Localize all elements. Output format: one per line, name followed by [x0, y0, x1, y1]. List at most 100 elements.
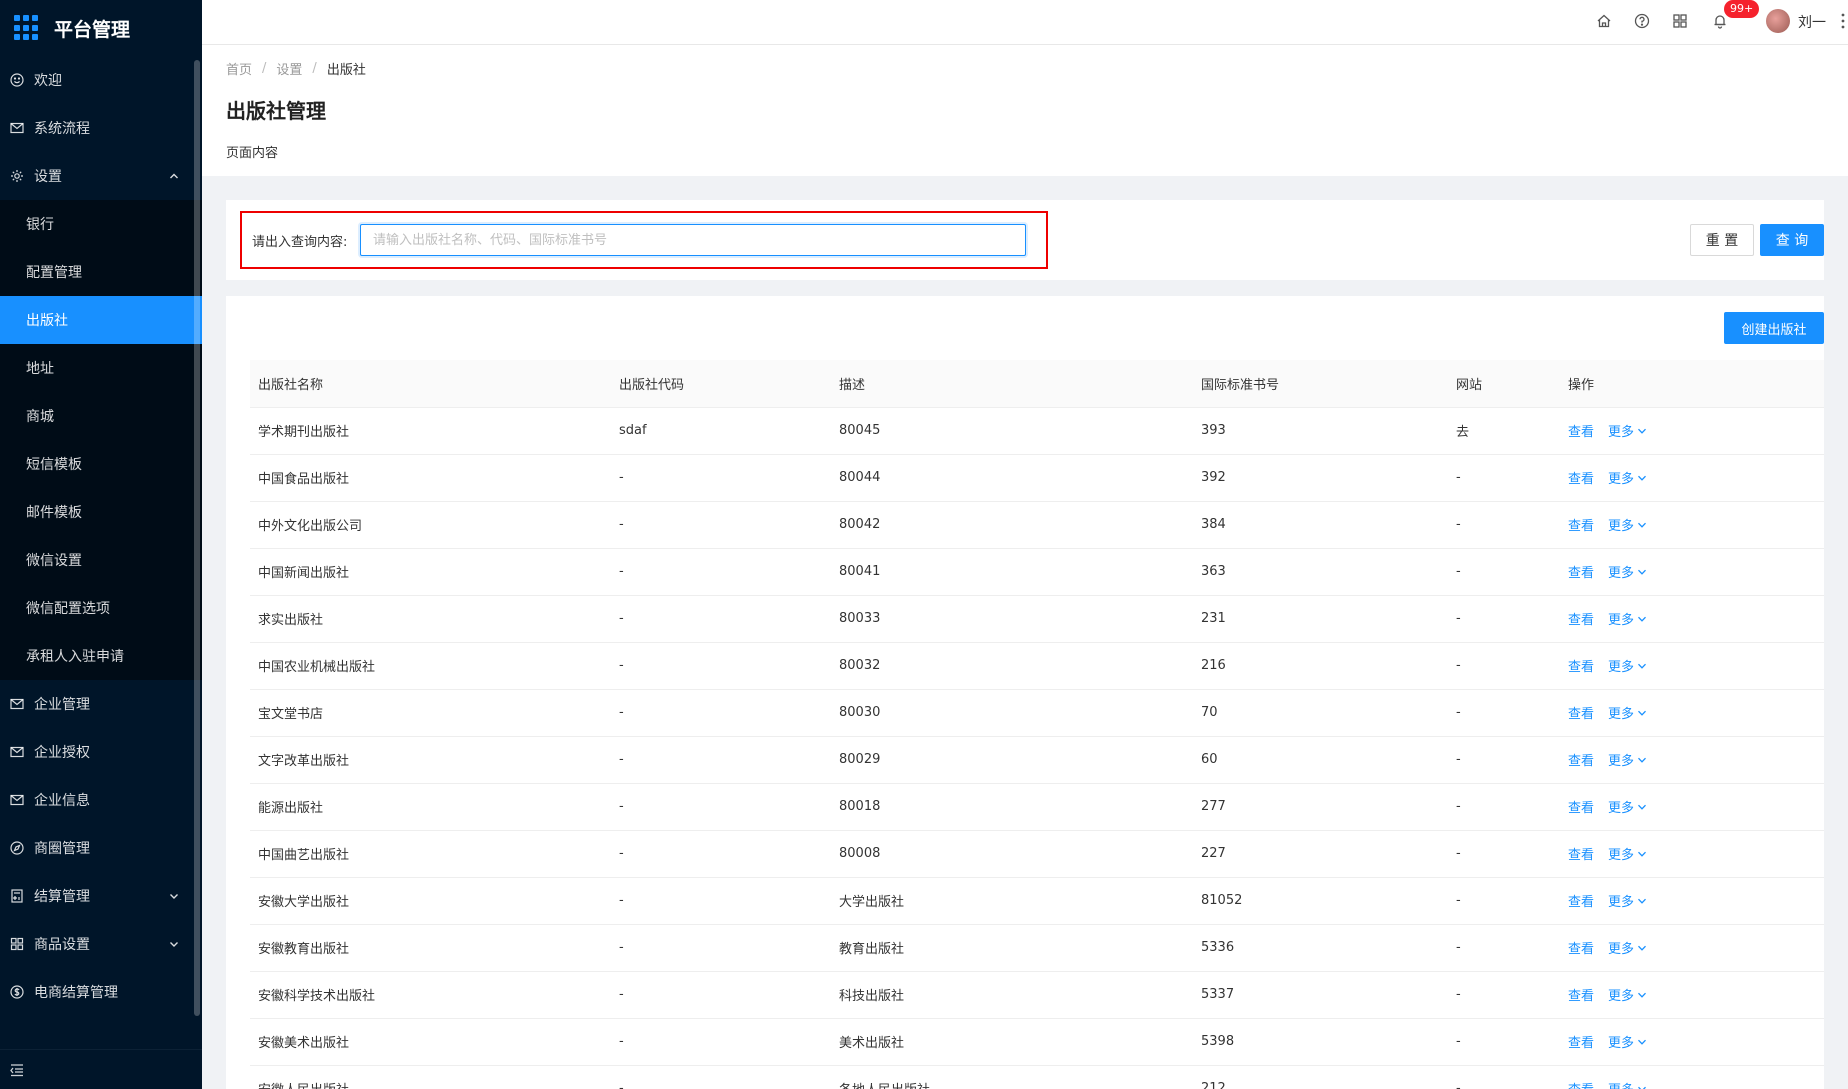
sidebar-item[interactable]: 企业管理 — [0, 680, 202, 728]
cell-publisher-code: - — [611, 877, 831, 925]
view-link[interactable]: 查看 — [1568, 801, 1594, 816]
more-label: 更多 — [1608, 1036, 1635, 1051]
sidebar-collapse-button[interactable] — [0, 1049, 202, 1089]
sidebar-item[interactable]: 微信设置 — [0, 536, 202, 584]
table-row: 中国新闻出版社 -80041 363- 查看 更多 — [250, 548, 1824, 596]
create-publisher-button[interactable]: 创建出版社 — [1724, 312, 1824, 344]
view-link[interactable]: 查看 — [1568, 472, 1594, 487]
more-dropdown[interactable]: 更多 — [1608, 703, 1647, 722]
more-dropdown[interactable]: 更多 — [1608, 1032, 1647, 1051]
search-panel: 请出入查询内容: 重 置 查 询 — [226, 200, 1824, 280]
more-dropdown[interactable]: 更多 — [1608, 938, 1647, 957]
sidebar-item[interactable]: 设置 — [0, 152, 202, 200]
username[interactable]: 刘一 — [1798, 12, 1826, 32]
more-dropdown[interactable]: 更多 — [1608, 985, 1647, 1004]
more-dropdown[interactable]: 更多 — [1608, 609, 1647, 628]
cell-actions: 查看更多 — [1560, 642, 1824, 690]
view-link[interactable]: 查看 — [1568, 707, 1594, 722]
sidebar-item[interactable]: 出版社 — [0, 296, 202, 344]
cell-website: - — [1448, 501, 1560, 549]
view-link[interactable]: 查看 — [1568, 754, 1594, 769]
chevron-down-icon — [1634, 1084, 1647, 1089]
appstore-icon[interactable] — [1672, 13, 1690, 31]
sidebar-item[interactable]: 结算管理 — [0, 872, 202, 920]
view-link[interactable]: 查看 — [1568, 613, 1594, 628]
more-dropdown[interactable]: 更多 — [1608, 515, 1647, 534]
chevron-down-icon — [1634, 802, 1647, 812]
breadcrumb-home[interactable]: 首页 — [226, 59, 252, 78]
mail-icon — [10, 793, 24, 807]
more-vertical-icon[interactable] — [1840, 12, 1846, 30]
more-label: 更多 — [1608, 660, 1635, 675]
more-dropdown[interactable]: 更多 — [1608, 562, 1647, 581]
avatar[interactable] — [1766, 9, 1790, 33]
cell-isbn: 363 — [1193, 548, 1448, 596]
sidebar-item[interactable]: 微信配置选项 — [0, 584, 202, 632]
cell-publisher-name: 安徽教育出版社 — [250, 924, 611, 972]
more-dropdown[interactable]: 更多 — [1608, 421, 1647, 440]
chevron-down-icon — [1634, 661, 1647, 671]
sidebar-item[interactable]: 欢迎 — [0, 56, 202, 104]
chevron-down-icon — [1634, 1037, 1647, 1047]
sidebar-item[interactable]: 企业授权 — [0, 728, 202, 776]
more-dropdown[interactable]: 更多 — [1608, 797, 1647, 816]
sidebar-item-label: 承租人入驻申请 — [26, 649, 124, 665]
cell-publisher-code: - — [611, 783, 831, 831]
cell-actions: 查看更多 — [1560, 736, 1824, 784]
view-link[interactable]: 查看 — [1568, 566, 1594, 581]
sidebar-item[interactable]: 商城 — [0, 392, 202, 440]
col-description: 描述 — [831, 360, 1193, 408]
view-link[interactable]: 查看 — [1568, 1036, 1594, 1051]
cell-actions: 查看更多 — [1560, 924, 1824, 972]
view-link[interactable]: 查看 — [1568, 425, 1594, 440]
sidebar-item[interactable]: 地址 — [0, 344, 202, 392]
more-label: 更多 — [1608, 519, 1635, 534]
more-dropdown[interactable]: 更多 — [1608, 750, 1647, 769]
sidebar-item[interactable]: 企业信息 — [0, 776, 202, 824]
search-input[interactable] — [360, 224, 1026, 256]
sidebar-item[interactable]: 短信模板 — [0, 440, 202, 488]
cell-website: - — [1448, 689, 1560, 737]
sidebar-item[interactable]: 电商结算管理 — [0, 968, 202, 1016]
sidebar-item-label: 银行 — [26, 217, 54, 233]
query-button[interactable]: 查 询 — [1760, 224, 1824, 256]
more-dropdown[interactable]: 更多 — [1608, 891, 1647, 910]
cell-publisher-name: 中国农业机械出版社 — [250, 642, 611, 690]
more-dropdown[interactable]: 更多 — [1608, 844, 1647, 863]
publisher-table: 出版社名称 出版社代码 描述 国际标准书号 网站 操作 学术期刊出版社 sdaf 8… — [250, 360, 1824, 1089]
view-link[interactable]: 查看 — [1568, 942, 1594, 957]
reset-button[interactable]: 重 置 — [1690, 224, 1754, 256]
more-dropdown[interactable]: 更多 — [1608, 656, 1647, 675]
breadcrumb-settings[interactable]: 设置 — [276, 59, 302, 78]
sidebar-scrollbar[interactable] — [194, 60, 200, 1016]
table-header-row: 出版社名称 出版社代码 描述 国际标准书号 网站 操作 — [250, 360, 1824, 408]
col-website: 网站 — [1448, 360, 1560, 408]
cell-isbn: 384 — [1193, 501, 1448, 549]
sidebar-item[interactable]: 邮件模板 — [0, 488, 202, 536]
gear-icon — [10, 169, 24, 183]
more-dropdown[interactable]: 更多 — [1608, 1079, 1647, 1089]
sidebar-item[interactable]: 系统流程 — [0, 104, 202, 152]
view-link[interactable]: 查看 — [1568, 1083, 1594, 1089]
view-link[interactable]: 查看 — [1568, 989, 1594, 1004]
home-icon[interactable] — [1596, 13, 1614, 31]
more-dropdown[interactable]: 更多 — [1608, 468, 1647, 487]
sidebar-item[interactable]: 商品设置 — [0, 920, 202, 968]
sidebar-item[interactable]: 商圈管理 — [0, 824, 202, 872]
col-publisher-name: 出版社名称 — [250, 360, 611, 408]
more-label: 更多 — [1608, 989, 1635, 1004]
table-row: 安徽教育出版社 - 教育出版社 5336- 查看 更多 — [250, 924, 1824, 972]
view-link[interactable]: 查看 — [1568, 848, 1594, 863]
sidebar-item[interactable]: 承租人入驻申请 — [0, 632, 202, 680]
help-icon[interactable] — [1634, 13, 1652, 31]
cell-isbn: 277 — [1193, 783, 1448, 831]
view-link[interactable]: 查看 — [1568, 519, 1594, 534]
app-logo[interactable]: 平台管理 — [0, 0, 202, 56]
view-link[interactable]: 查看 — [1568, 895, 1594, 910]
chevron-down-icon — [1634, 943, 1647, 953]
sidebar-item[interactable]: 配置管理 — [0, 248, 202, 296]
sidebar-item[interactable]: 银行 — [0, 200, 202, 248]
view-link[interactable]: 查看 — [1568, 660, 1594, 675]
cell-website[interactable]: 去 — [1448, 407, 1560, 455]
menu-fold-icon — [10, 1063, 23, 1076]
